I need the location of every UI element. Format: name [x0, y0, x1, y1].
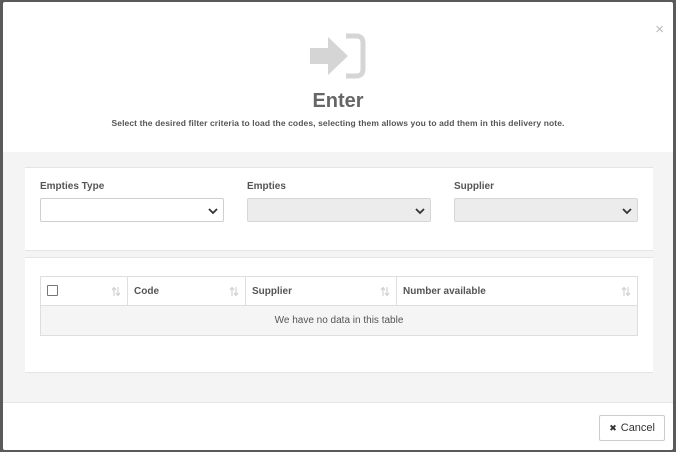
close-icon[interactable]: ×	[655, 22, 664, 37]
sort-icon[interactable]	[229, 286, 239, 297]
empties-type-select[interactable]	[40, 198, 224, 222]
sort-icon[interactable]	[111, 286, 121, 297]
results-panel: Code Supplier Number available We have n	[25, 257, 653, 373]
select-all-checkbox[interactable]	[47, 285, 58, 297]
column-supplier-label: Supplier	[252, 285, 293, 297]
dialog-header: × Enter Select the desired filter criter…	[3, 2, 673, 153]
select-all-column[interactable]	[40, 276, 128, 306]
sort-icon[interactable]	[621, 286, 631, 297]
column-number-available-label: Number available	[403, 285, 486, 297]
dialog-title: Enter	[312, 90, 364, 112]
table-row: We have no data in this table	[40, 305, 638, 336]
empties-select[interactable]	[247, 198, 431, 222]
cancel-button[interactable]: ✖ Cancel	[599, 415, 665, 441]
supplier-select[interactable]	[454, 198, 638, 222]
table-header-row: Code Supplier Number available	[40, 276, 638, 306]
column-supplier[interactable]: Supplier	[245, 276, 397, 306]
dialog-footer: ✖ Cancel	[3, 402, 673, 451]
column-number-available[interactable]: Number available	[396, 276, 638, 306]
empty-table-message: We have no data in this table	[40, 305, 638, 336]
sort-icon[interactable]	[380, 286, 390, 297]
filter-dialog: × Enter Select the desired filter criter…	[3, 2, 673, 450]
filter-panel: Empties Type Empties Supplier	[25, 167, 653, 251]
empties-type-label: Empties Type	[40, 181, 105, 192]
column-code[interactable]: Code	[127, 276, 246, 306]
results-table: Code Supplier Number available We have n	[40, 276, 638, 336]
empties-label: Empties	[247, 181, 286, 192]
chevron-down-icon	[622, 208, 632, 215]
column-code-label: Code	[134, 285, 159, 297]
chevron-down-icon	[415, 208, 425, 215]
close-icon: ✖	[609, 422, 617, 433]
supplier-label: Supplier	[454, 181, 495, 192]
cancel-button-label: Cancel	[620, 422, 655, 434]
chevron-down-icon	[208, 208, 218, 215]
sign-in-arrow-icon	[310, 33, 366, 79]
dialog-subtitle: Select the desired filter criteria to lo…	[111, 118, 565, 128]
